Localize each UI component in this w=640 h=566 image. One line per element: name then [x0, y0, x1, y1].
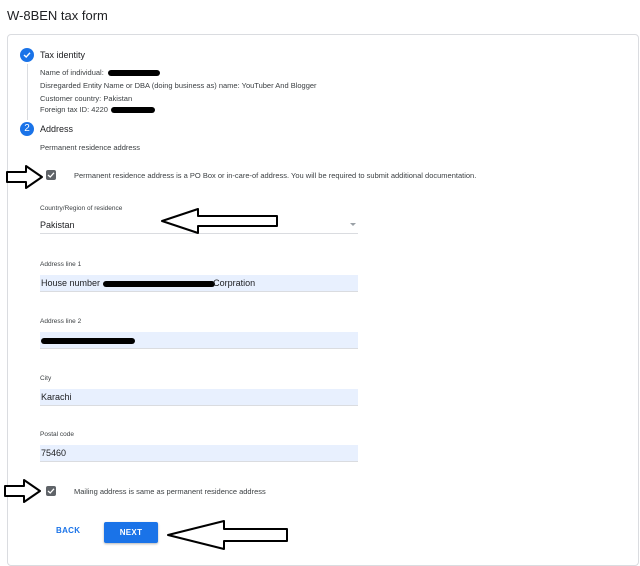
address-line-2-field[interactable]: Address line 2 [40, 318, 358, 349]
po-box-label: Permanent residence address is a PO Box … [74, 171, 477, 180]
address-line-1-field[interactable]: Address line 1 House number Corpration [40, 261, 358, 292]
arrow-annotation-mailing [4, 479, 41, 503]
name-of-individual: Name of individual: [40, 68, 160, 77]
arrow-annotation-country [161, 208, 278, 234]
redaction [107, 70, 160, 77]
postal-code-label: Postal code [40, 431, 74, 438]
step-1-title: Tax identity [40, 50, 86, 60]
arrow-annotation-po-box [6, 165, 43, 189]
chevron-down-icon [350, 223, 356, 226]
foreign-tax-id: Foreign tax ID: 4220 [40, 105, 156, 114]
next-button[interactable]: NEXT [104, 522, 158, 543]
dba-name: Disregarded Entity Name or DBA (doing bu… [40, 81, 317, 90]
redaction [102, 280, 215, 287]
po-box-checkbox[interactable] [46, 170, 56, 180]
mailing-address-checkbox[interactable] [46, 486, 56, 496]
back-button[interactable]: BACK [50, 524, 86, 537]
page-title: W-8BEN tax form [7, 8, 108, 23]
postal-code-value: 75460 [40, 445, 358, 462]
redaction [41, 337, 135, 344]
section-label: Permanent residence address [40, 143, 141, 152]
check-icon [47, 172, 55, 178]
arrow-annotation-next [167, 520, 288, 550]
step-2-number-icon: 2 [20, 122, 34, 136]
check-icon [23, 52, 31, 58]
step-2-title: Address [40, 124, 74, 134]
mailing-address-label: Mailing address is same as permanent res… [74, 487, 266, 496]
redaction [111, 107, 156, 114]
country-value: Pakistan [40, 220, 75, 230]
address-line-2-label: Address line 2 [40, 318, 82, 325]
city-field[interactable]: City Karachi [40, 375, 358, 406]
city-label: City [40, 375, 52, 382]
step-connector [27, 64, 28, 120]
postal-code-field[interactable]: Postal code 75460 [40, 431, 358, 462]
address-line-1-label: Address line 1 [40, 261, 82, 268]
city-value: Karachi [40, 389, 358, 406]
customer-country: Customer country: Pakistan [40, 94, 133, 103]
check-icon [47, 488, 55, 494]
step-1-complete-icon [20, 48, 34, 62]
